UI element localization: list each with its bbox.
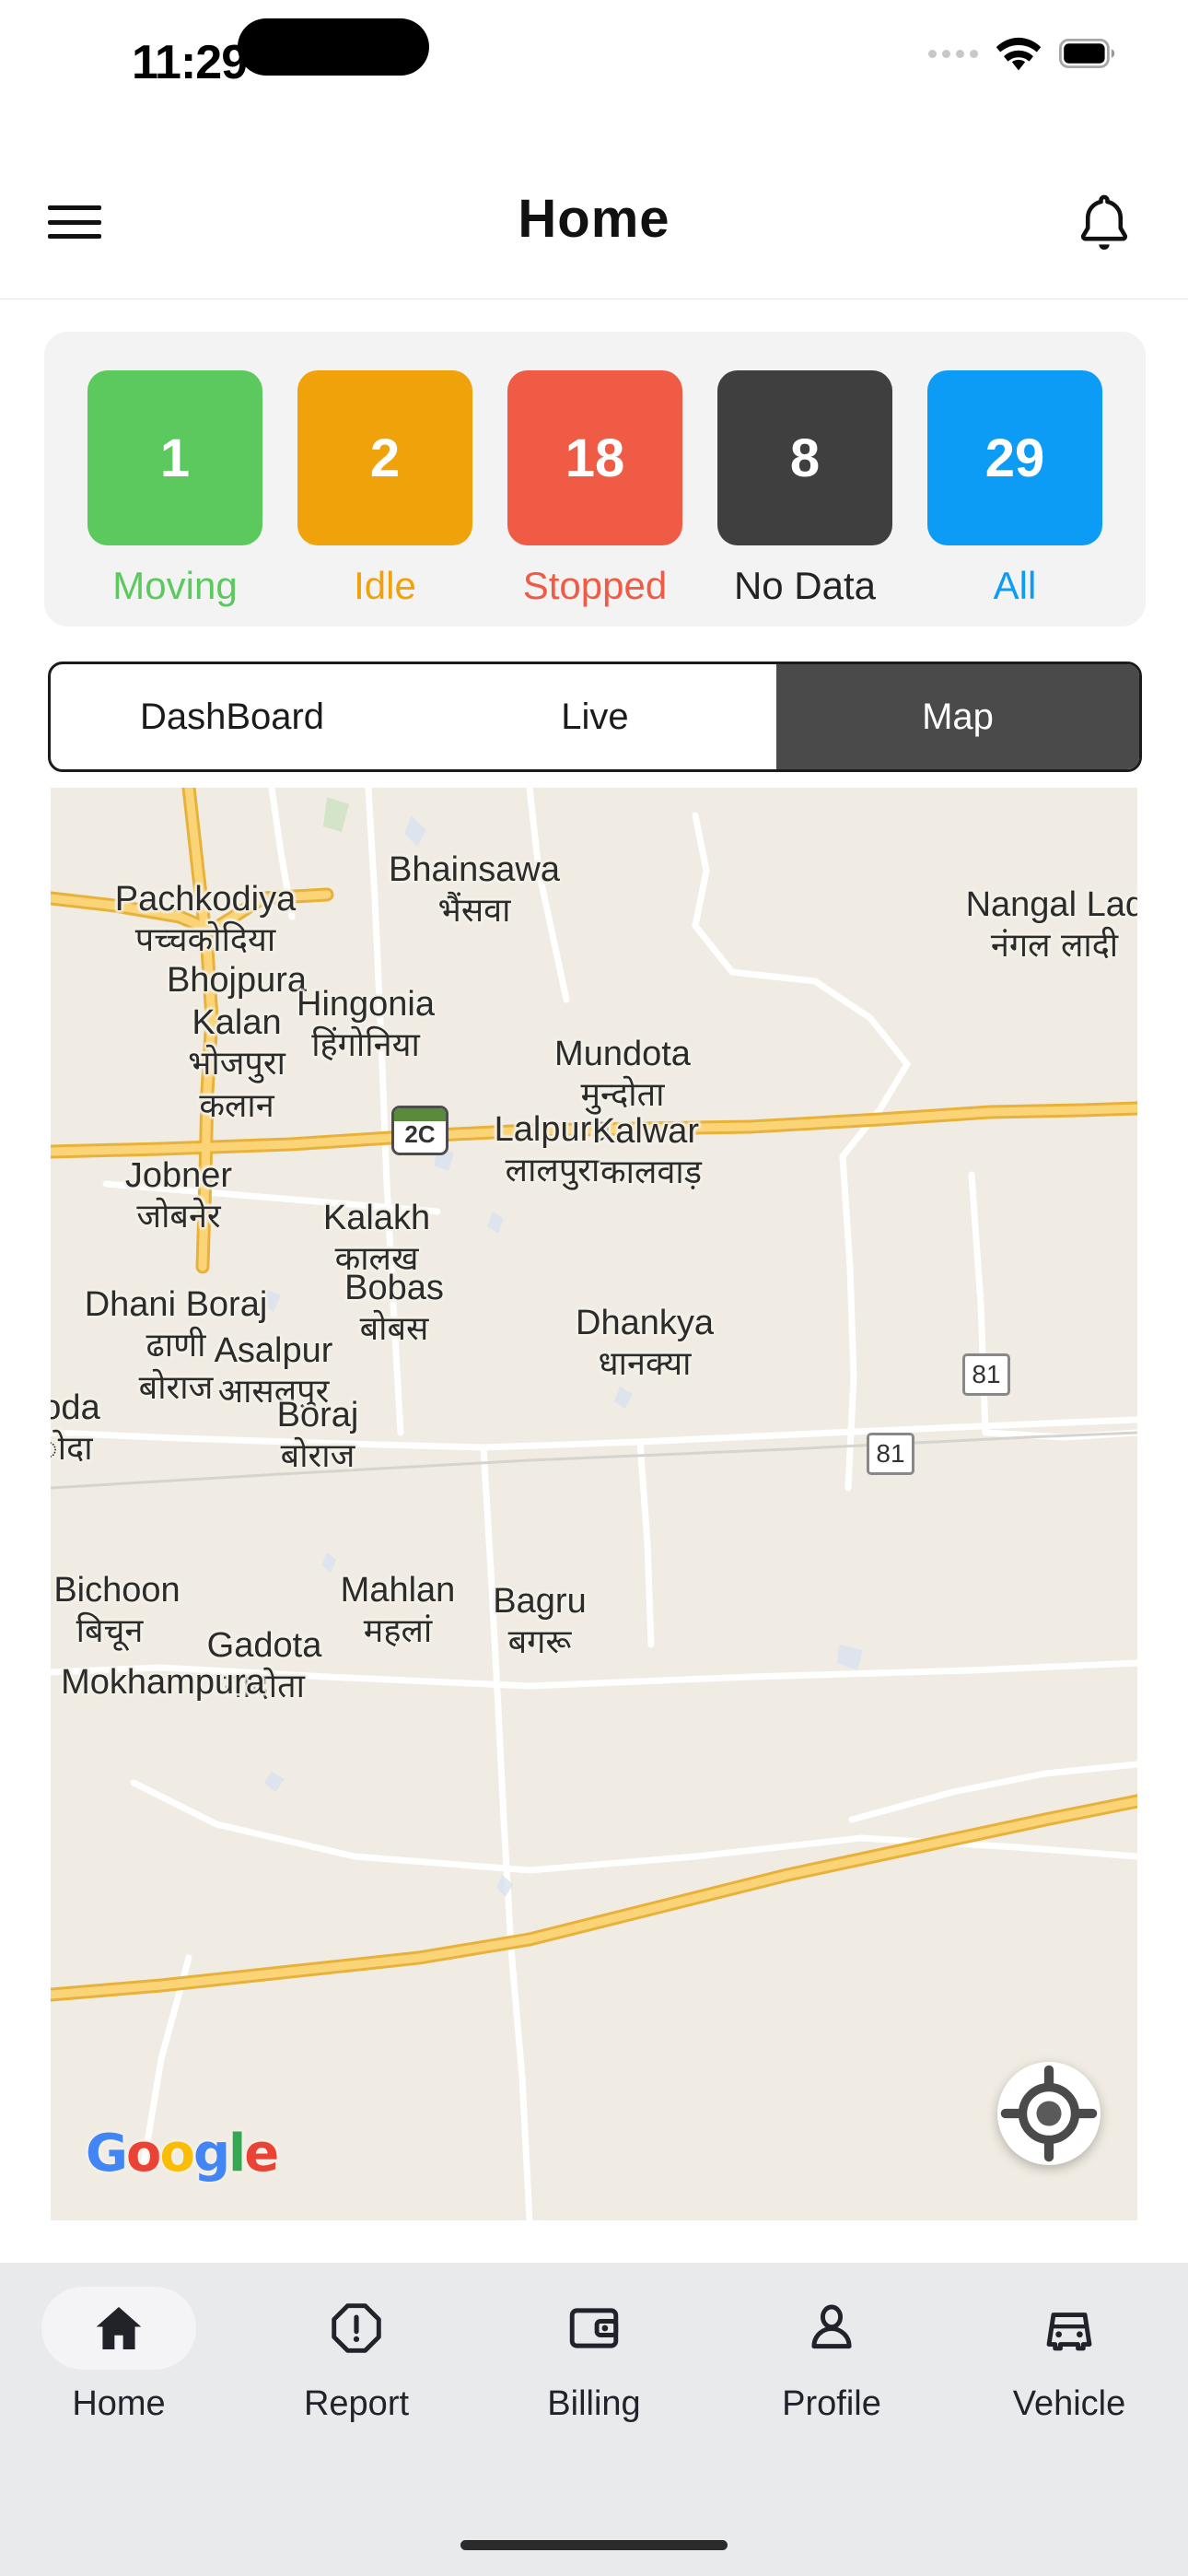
- alert-octagon-icon: [332, 2303, 381, 2353]
- nav-label: Report: [303, 2384, 410, 2423]
- map-label: बोराज: [280, 1437, 355, 1475]
- status-card-tile: 18: [507, 370, 682, 545]
- map-label: Gadota: [206, 1626, 322, 1665]
- status-card-tile: 29: [927, 370, 1102, 545]
- tab-map[interactable]: Map: [776, 664, 1139, 769]
- status-card-tile: 8: [717, 370, 892, 545]
- map-label: Mahlan: [340, 1571, 456, 1610]
- tab-dashboard[interactable]: DashBoard: [51, 664, 413, 769]
- map-label: हिंगोनिया: [311, 1026, 420, 1064]
- map-label: Hingonia: [297, 985, 435, 1024]
- map-label: लालपुरा: [505, 1152, 600, 1189]
- map-label: Bhojpura: [166, 961, 308, 1000]
- highway-shield-label: 2C: [404, 1120, 436, 1148]
- map-label: मुन्दोता: [580, 1076, 665, 1114]
- map-label: Mundota: [554, 1035, 691, 1073]
- home-icon: [96, 2307, 142, 2349]
- bottom-navigation: Home Report Billing Profile Vehicle: [0, 2263, 1188, 2576]
- nav-item-billing[interactable]: Billing: [475, 2287, 713, 2424]
- status-card-label: No Data: [733, 564, 877, 607]
- status-bar-time: 11:29: [132, 36, 248, 89]
- map-label: धानक्या: [598, 1345, 692, 1383]
- status-card-label: Moving: [112, 564, 238, 607]
- map-label: oda: [51, 1388, 100, 1427]
- road-number-label: 81: [972, 1360, 1001, 1388]
- nav-item-profile[interactable]: Profile: [713, 2287, 950, 2424]
- map-label: कलान: [199, 1087, 274, 1125]
- map-label: बिचून: [76, 1612, 144, 1650]
- map-label: Bobas: [344, 1269, 444, 1307]
- map-label: Bagru: [493, 1582, 587, 1621]
- map-label: ढाणी: [146, 1327, 206, 1364]
- home-indicator: [460, 2540, 728, 2550]
- wallet-icon: [569, 2308, 619, 2348]
- map-label: Nangal Ladi: [965, 885, 1137, 924]
- map-label: भोजपुरा: [188, 1045, 285, 1083]
- status-card-stopped[interactable]: 18 Stopped: [507, 370, 682, 608]
- highway-shield-icon: 2C: [391, 1106, 448, 1155]
- status-card-label: Idle: [354, 564, 416, 607]
- map-label: कालवाड़: [600, 1153, 702, 1191]
- map-label: ोदा: [51, 1430, 93, 1468]
- map-label: भैंसवा: [437, 892, 511, 930]
- gps-crosshair-icon: [1000, 2065, 1098, 2162]
- page-title: Home: [518, 189, 670, 249]
- map-label: महलां: [363, 1612, 433, 1650]
- map-label: बोराज: [138, 1369, 214, 1407]
- status-card-tile: 2: [297, 370, 472, 545]
- map-label: Kalakh: [322, 1199, 431, 1237]
- nav-label: Profile: [782, 2384, 881, 2423]
- status-bar: 11:29: [0, 0, 1188, 147]
- map-label: Dhani Boraj: [84, 1285, 268, 1324]
- map-label: Mokhampura: [61, 1663, 265, 1702]
- map-label: पच्चकोदिया: [134, 921, 276, 959]
- google-attribution: Google: [86, 2124, 279, 2184]
- view-mode-tabs: DashBoard Live Map: [48, 662, 1142, 772]
- app-header: Home: [0, 147, 1188, 299]
- tab-live[interactable]: Live: [413, 664, 776, 769]
- map-label: Jobner: [124, 1156, 233, 1195]
- map-label: Kalan: [192, 1003, 282, 1042]
- map-label: Asalpur: [214, 1331, 333, 1370]
- map-label: Bichoon: [53, 1571, 181, 1610]
- nav-item-report[interactable]: Report: [238, 2287, 475, 2424]
- nav-item-vehicle[interactable]: Vehicle: [950, 2287, 1188, 2424]
- nav-label: Billing: [547, 2384, 641, 2423]
- road-number-icon: 81: [962, 1353, 1010, 1396]
- status-card-tile: 1: [87, 370, 262, 545]
- locate-me-button[interactable]: [997, 2062, 1101, 2165]
- nav-item-home[interactable]: Home: [0, 2287, 238, 2424]
- nav-label: Home: [72, 2384, 166, 2423]
- status-card-all[interactable]: 29 All: [927, 370, 1102, 608]
- status-card-no-data[interactable]: 8 No Data: [717, 370, 892, 608]
- status-card-idle[interactable]: 2 Idle: [297, 370, 472, 608]
- map-label: Bhainsawa: [389, 850, 560, 889]
- status-card-label: Stopped: [522, 564, 668, 607]
- vehicle-status-summary: 1 Moving 2 Idle 18 Stopped 8 No Data 29 …: [44, 332, 1146, 626]
- person-icon: [811, 2304, 852, 2349]
- map-label: बगरू: [507, 1623, 572, 1661]
- bell-icon[interactable]: [1074, 192, 1135, 256]
- car-icon: [1046, 2313, 1092, 2351]
- map-label: Pachkodiya: [114, 880, 297, 919]
- status-card-label: All: [993, 564, 1037, 607]
- road-number-icon: 81: [867, 1433, 914, 1475]
- nav-label: Vehicle: [1012, 2384, 1126, 2423]
- map-label: नंगल लादी: [990, 927, 1119, 965]
- map-label: Boraj: [276, 1396, 359, 1434]
- map-view[interactable]: Pachkodiya पच्चकोदिया Bhainsawa भैंसवा N…: [51, 788, 1137, 2220]
- dynamic-island: [238, 18, 429, 76]
- wifi-icon: [996, 37, 1042, 71]
- map-label: जोबनेर: [136, 1198, 221, 1235]
- map-label: बोबस: [359, 1310, 429, 1348]
- road-number-label: 81: [876, 1439, 905, 1468]
- map-label: Kalwar: [591, 1112, 700, 1151]
- signal-dots-icon: [928, 49, 978, 58]
- battery-full-icon: [1059, 39, 1115, 68]
- map-label: Dhankya: [576, 1304, 714, 1342]
- status-card-moving[interactable]: 1 Moving: [87, 370, 262, 608]
